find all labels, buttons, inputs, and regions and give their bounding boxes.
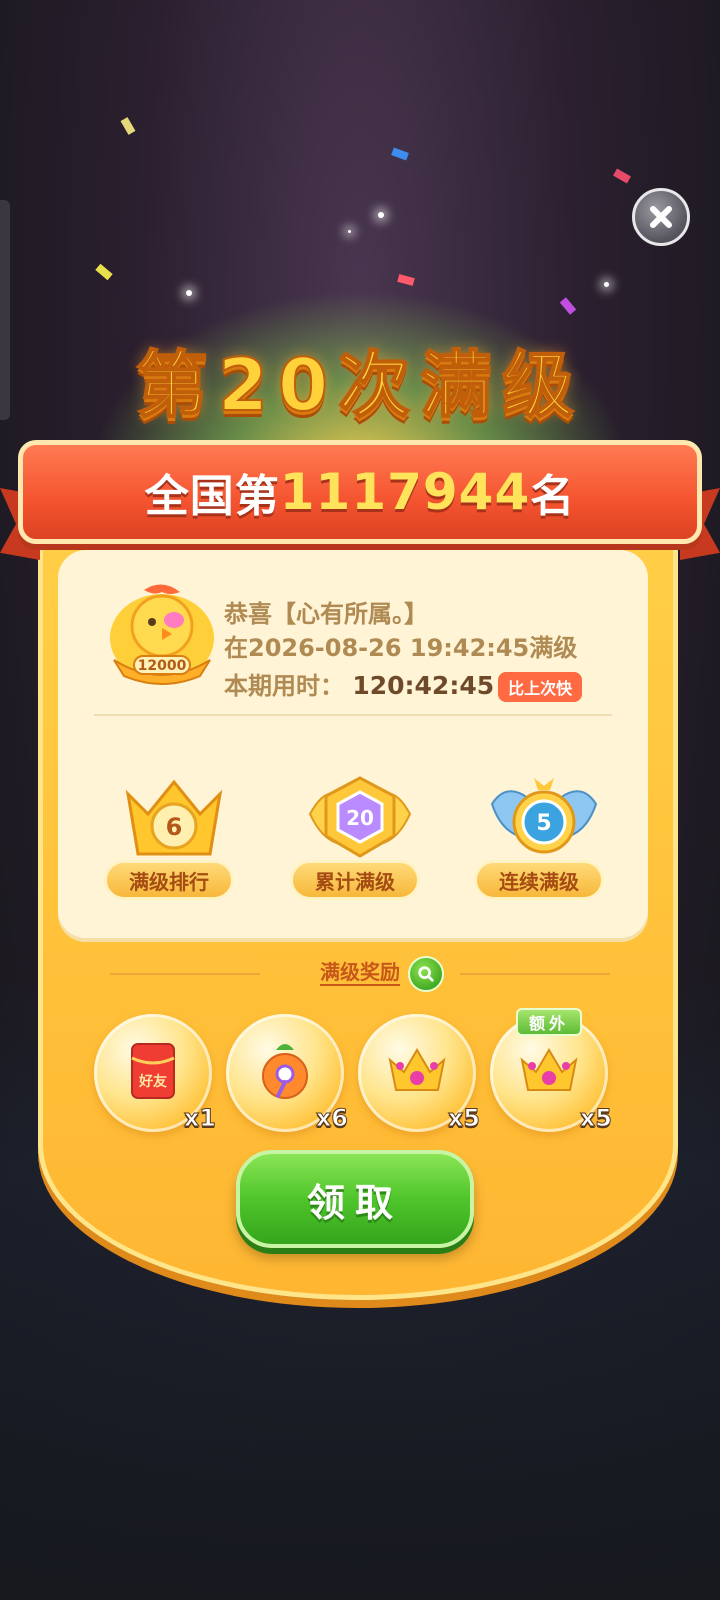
close-button[interactable]: [632, 188, 690, 246]
stat-streak[interactable]: 5 连续满级: [474, 774, 614, 904]
reward-qty: x5: [447, 1104, 480, 1133]
rank-ribbon: 全国第 1117944 名: [18, 440, 702, 544]
duration-row: 本期用时： 120:42:45 比上次快: [224, 666, 583, 702]
confetti: [613, 168, 631, 184]
sparkle: [378, 212, 384, 218]
rank-suffix: 名: [530, 471, 576, 522]
stat-streak-value: 5: [536, 811, 551, 836]
reward-qty: x5: [579, 1104, 612, 1133]
confetti: [391, 147, 409, 161]
max-level-time: 在2026-08-26 19:42:45满级: [224, 634, 578, 662]
extra-tag: 额外: [516, 1008, 582, 1036]
reward-title-text: 满级奖励: [320, 960, 400, 986]
stat-total-value: 20: [346, 806, 374, 830]
divider: [94, 714, 612, 716]
reward-qty: x1: [183, 1104, 216, 1133]
reward-qty: x6: [315, 1104, 348, 1133]
duration-label: 本期用时：: [224, 672, 344, 700]
confetti: [120, 117, 136, 135]
hexagon-medal-icon: 20: [308, 776, 412, 858]
rank-prefix: 全国第: [144, 471, 280, 522]
reward-search-button[interactable]: [408, 956, 444, 992]
stat-total[interactable]: 20 累计满级: [290, 774, 430, 904]
magnifier-icon: [418, 966, 434, 982]
stat-rank[interactable]: 6 满级排行: [104, 774, 244, 904]
sparkle: [604, 282, 609, 287]
stat-rank-value: 6: [166, 813, 183, 841]
confetti: [95, 263, 113, 281]
winged-medal-icon: 5: [490, 778, 598, 854]
reward-item-crown[interactable]: x5: [358, 1014, 481, 1133]
stat-streak-label: 连续满级: [474, 860, 604, 900]
reward-item-magic-pot[interactable]: x6: [226, 1014, 349, 1133]
magic-pot-icon: [262, 1044, 308, 1099]
crown-badge-icon: 6: [125, 779, 223, 856]
page-title: 第20次满级: [135, 342, 585, 428]
duration-value: 120:42:45: [352, 671, 495, 700]
chicken-trophy-icon: 12000: [110, 584, 214, 685]
faster-badge: 比上次快: [498, 672, 583, 702]
crown-icon: [520, 1048, 578, 1091]
stat-rank-label: 满级排行: [104, 860, 234, 900]
claim-button[interactable]: 领取: [236, 1150, 474, 1248]
stat-total-label: 累计满级: [290, 860, 420, 900]
confetti: [397, 274, 415, 286]
close-icon: [650, 206, 672, 228]
crown-icon: [388, 1048, 446, 1091]
red-packet-icon: 好友: [131, 1043, 175, 1099]
rank-number: 1117944: [279, 463, 531, 521]
congrats-text: 恭喜【心有所属。】: [224, 600, 428, 628]
reward-item-red-packet[interactable]: 好友 x1: [94, 1014, 217, 1133]
reward-title: 满级奖励: [0, 956, 720, 986]
trophy-value: 12000: [138, 658, 187, 674]
red-packet-text: 好友: [138, 1073, 167, 1090]
sparkle: [348, 230, 351, 233]
